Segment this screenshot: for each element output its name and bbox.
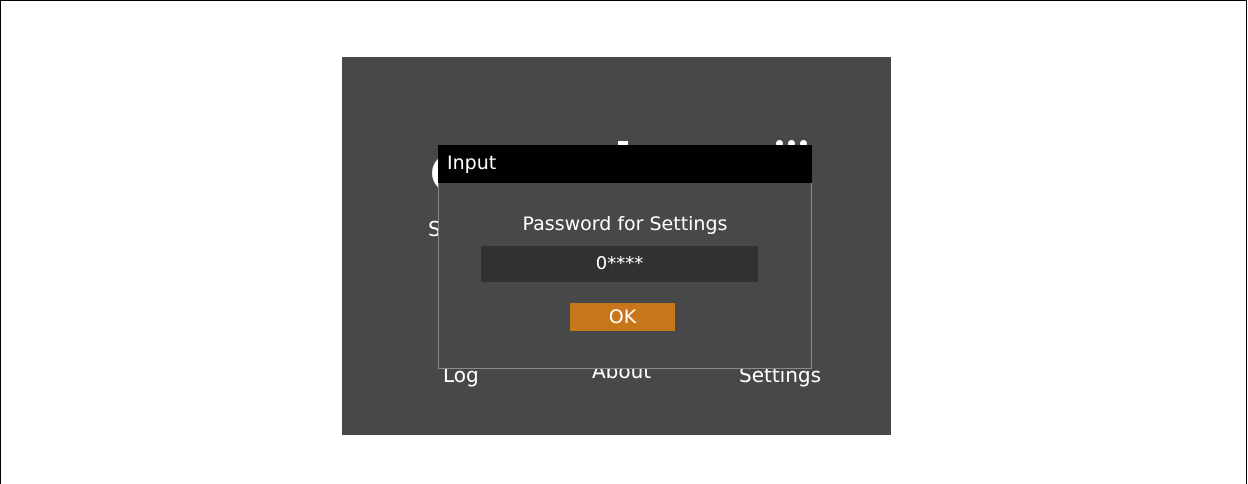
password-input[interactable]: 0**** [481,246,758,282]
dialog-title: Input [447,152,497,174]
dialog-prompt: Password for Settings [522,213,728,235]
ok-button[interactable]: OK [570,303,675,331]
password-dialog: Input Password for Settings 0**** OK [438,145,812,369]
dialog-titlebar: Input [438,145,812,183]
device-screen: S Log About Settings Input Password for … [342,57,891,435]
